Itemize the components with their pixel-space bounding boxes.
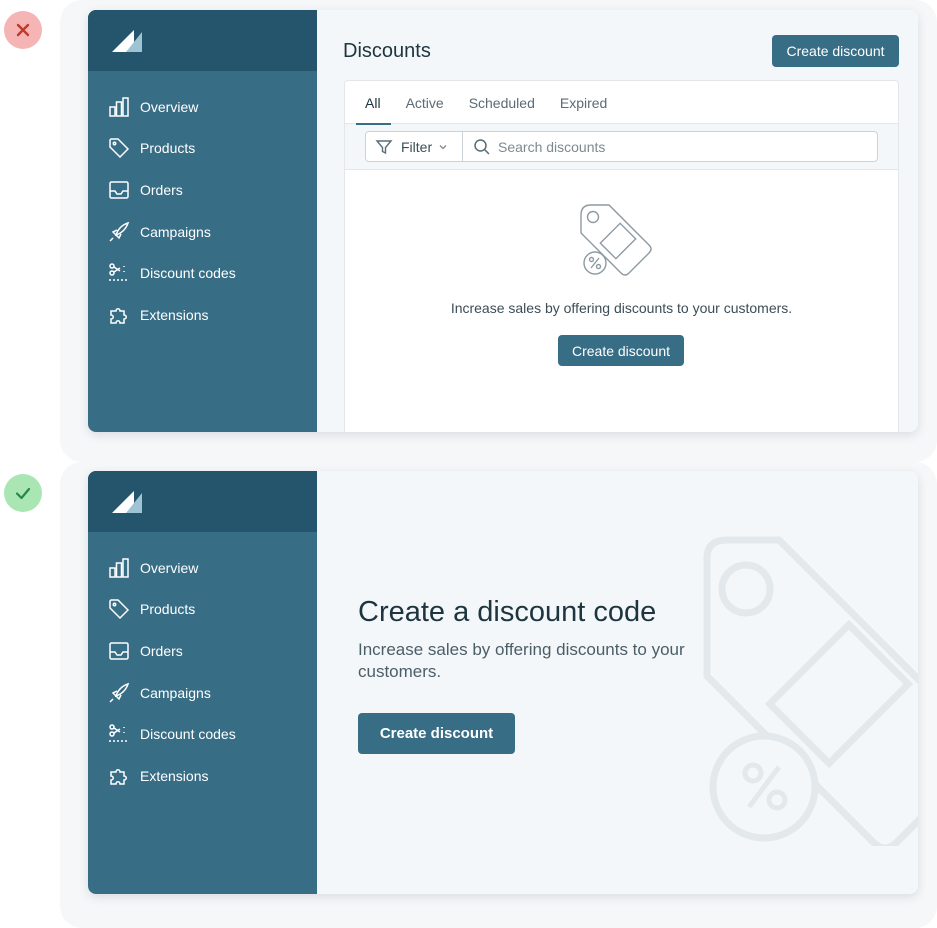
- hero-subtitle: Increase sales by offering discounts to …: [358, 640, 685, 681]
- filter-button[interactable]: Filter: [366, 132, 463, 161]
- sidebar-item-campaigns[interactable]: Campaigns: [88, 211, 317, 253]
- sidebar-item-label: Discount codes: [140, 726, 236, 743]
- search-icon: [474, 138, 490, 155]
- tab-expired[interactable]: Expired: [560, 81, 607, 124]
- search-input[interactable]: [498, 138, 877, 155]
- sidebar-item-overview[interactable]: Overview: [88, 547, 317, 589]
- puzzle-icon: [110, 307, 127, 324]
- rocket-icon: [109, 221, 130, 242]
- tag-icon: [109, 138, 130, 159]
- sidebar-header: [88, 10, 317, 71]
- discount-tag-icon: [580, 204, 652, 276]
- sidebar-item-products[interactable]: Products: [88, 128, 317, 170]
- sidebar-item-extensions[interactable]: Extensions: [88, 294, 317, 336]
- discounts-card: All Active Scheduled Expired Filter Sear…: [344, 80, 899, 432]
- scissors-icon: [109, 724, 129, 742]
- main-content: Create a discount code Increase sales by…: [317, 471, 918, 894]
- sidebar-item-extensions[interactable]: Extensions: [88, 755, 317, 797]
- sidebar-item-orders[interactable]: Orders: [88, 169, 317, 211]
- tab-scheduled[interactable]: Scheduled: [469, 81, 535, 124]
- sidebar-item-label: Campaigns: [140, 223, 211, 240]
- good-example-badge: [4, 474, 42, 512]
- bar-chart-icon: [109, 97, 129, 117]
- sidebar-item-label: Extensions: [140, 306, 209, 323]
- rocket-icon: [109, 682, 130, 703]
- hero-title: Create a discount code: [358, 596, 657, 628]
- main-content: Discounts Create discount All Active Sch…: [317, 10, 918, 432]
- sidebar-nav: Overview Products Orders Campaigns Disco…: [88, 71, 317, 336]
- logo-icon[interactable]: [112, 29, 144, 52]
- tab-all[interactable]: All: [356, 81, 390, 125]
- bad-example-badge: [4, 11, 42, 49]
- puzzle-icon: [110, 768, 127, 785]
- sidebar-item-label: Overview: [140, 559, 199, 576]
- filter-icon: [375, 139, 393, 154]
- inbox-icon: [109, 181, 129, 199]
- chevron-down-icon: [439, 144, 447, 149]
- sidebar-item-label: Orders: [140, 181, 183, 198]
- bad-example-window: Overview Products Orders Campaigns Disco…: [88, 10, 918, 432]
- sidebar-header: [88, 471, 317, 532]
- sidebar-item-label: Products: [140, 140, 196, 157]
- sidebar-item-label: Orders: [140, 642, 183, 659]
- sidebar-item-label: Discount codes: [140, 265, 236, 282]
- tab-active[interactable]: Active: [406, 81, 444, 124]
- sidebar: Overview Products Orders Campaigns Disco…: [88, 10, 317, 432]
- search-field: [463, 132, 877, 161]
- filter-bar: Filter: [345, 124, 898, 170]
- sidebar-item-label: Products: [140, 601, 196, 618]
- empty-state-message: Increase sales by offering discounts to …: [450, 300, 793, 316]
- tab-bar: All Active Scheduled Expired: [345, 81, 898, 125]
- close-icon: [16, 23, 30, 37]
- discount-tag-illustration: [703, 536, 918, 846]
- check-icon: [15, 487, 31, 500]
- sidebar-item-label: Extensions: [140, 767, 209, 784]
- inbox-icon: [109, 642, 129, 660]
- sidebar-item-label: Overview: [140, 98, 199, 115]
- create-discount-button[interactable]: Create discount: [358, 713, 515, 754]
- logo-icon[interactable]: [112, 490, 144, 513]
- scissors-icon: [109, 263, 129, 281]
- filter-search-group: Filter: [365, 131, 878, 162]
- sidebar-item-orders[interactable]: Orders: [88, 630, 317, 672]
- create-discount-button[interactable]: Create discount: [772, 35, 899, 67]
- sidebar-item-overview[interactable]: Overview: [88, 86, 317, 128]
- good-example-window: Overview Products Orders Campaigns Disco…: [88, 471, 918, 894]
- sidebar: Overview Products Orders Campaigns Disco…: [88, 471, 317, 894]
- sidebar-item-discount-codes[interactable]: Discount codes: [88, 713, 317, 755]
- tag-icon: [109, 599, 130, 620]
- sidebar-nav: Overview Products Orders Campaigns Disco…: [88, 532, 317, 797]
- sidebar-item-products[interactable]: Products: [88, 589, 317, 631]
- bar-chart-icon: [109, 558, 129, 578]
- sidebar-item-campaigns[interactable]: Campaigns: [88, 672, 317, 714]
- sidebar-item-label: Campaigns: [140, 684, 211, 701]
- filter-label: Filter: [401, 138, 433, 155]
- page-title: Discounts: [343, 40, 431, 62]
- empty-state-create-button[interactable]: Create discount: [558, 335, 684, 366]
- sidebar-item-discount-codes[interactable]: Discount codes: [88, 252, 317, 294]
